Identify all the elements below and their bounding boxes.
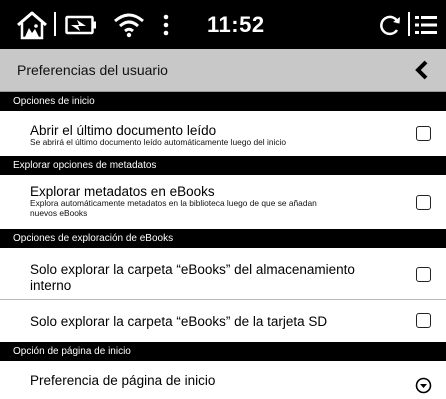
- section-header-home-page: Opción de página de inicio: [0, 342, 446, 361]
- setting-open-last-document[interactable]: Abrir el último documento leído Se abrir…: [0, 111, 446, 156]
- open-last-checkbox[interactable]: [416, 126, 431, 141]
- status-bar: 11:52: [0, 0, 446, 49]
- title-bar: Preferencias del usuario: [0, 49, 446, 92]
- setting-title: Preferencia de página de inicio: [30, 373, 216, 388]
- setting-sd-folder[interactable]: Solo explorar la carpeta “eBooks” de la …: [0, 300, 446, 342]
- section-header-metadata: Explorar opciones de metadatos: [0, 156, 446, 175]
- setting-description-cont: nuevos eBooks: [30, 208, 88, 218]
- section-header-startup: Opciones de inicio: [0, 92, 446, 111]
- clock: 11:52: [207, 12, 265, 37]
- chevron-down-circle-icon[interactable]: [415, 377, 432, 394]
- home-icon[interactable]: [16, 0, 48, 49]
- more-vertical-icon[interactable]: [162, 0, 170, 49]
- setting-title-cont: interno: [30, 278, 72, 293]
- setting-description: Explora automáticamente metadatos en la …: [30, 198, 317, 208]
- wifi-icon: [113, 0, 145, 49]
- menu-icon[interactable]: [415, 0, 437, 49]
- setting-title: Abrir el último documento leído: [30, 123, 217, 138]
- sd-folder-checkbox[interactable]: [416, 313, 431, 328]
- section-header-ebook-scan: Opciones de exploración de eBooks: [0, 229, 446, 248]
- scan-metadata-checkbox[interactable]: [416, 195, 431, 210]
- internal-folder-checkbox[interactable]: [416, 267, 431, 282]
- refresh-icon[interactable]: [378, 0, 402, 49]
- chevron-left-icon[interactable]: [410, 58, 434, 82]
- battery-charging-icon: [65, 0, 97, 49]
- setting-title: Solo explorar la carpeta “eBooks” de la …: [30, 314, 328, 329]
- setting-title: Solo explorar la carpeta “eBooks” del al…: [30, 262, 355, 277]
- setting-description: Se abrirá el último documento leído auto…: [30, 137, 287, 147]
- setting-scan-metadata[interactable]: Explorar metadatos en eBooks Explora aut…: [0, 175, 446, 229]
- page-title: Preferencias del usuario: [17, 62, 168, 78]
- setting-home-page-preference[interactable]: Preferencia de página de inicio: [0, 361, 446, 396]
- setting-title: Explorar metadatos en eBooks: [30, 184, 215, 199]
- setting-internal-folder[interactable]: Solo explorar la carpeta “eBooks” del al…: [0, 248, 446, 299]
